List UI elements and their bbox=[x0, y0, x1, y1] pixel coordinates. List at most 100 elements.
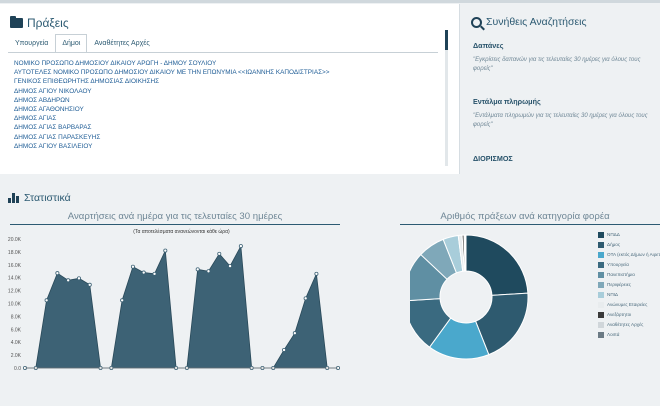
top-strip bbox=[0, 0, 660, 3]
area-series bbox=[25, 244, 338, 369]
data-point bbox=[152, 271, 157, 276]
y-tick-label: 8.0K bbox=[11, 314, 22, 320]
search-link-entalma[interactable]: Εντάλμα πληρωμής bbox=[473, 97, 541, 106]
legend-label: ΟΤΑ (εκτός Δήμων ή Αιρετή Περιφέρεια) bbox=[607, 252, 660, 257]
search-link-dapanes[interactable]: Δαπάνες bbox=[473, 41, 503, 50]
legend-swatch bbox=[598, 292, 604, 298]
y-tick-label: 20.0K bbox=[8, 237, 22, 243]
list-item[interactable]: ΔΗΜΟΣ ΑΓΙΟΥ ΒΑΣΙΛΕΙΟΥ bbox=[8, 142, 438, 151]
data-point bbox=[238, 244, 243, 249]
praxeis-title-text: Πράξεις bbox=[27, 16, 69, 30]
legend-item[interactable]: Αναθέτητες Αρχές bbox=[598, 322, 660, 332]
legend-swatch bbox=[598, 312, 604, 318]
list-item[interactable]: ΔΗΜΟΣ ΑΓΙΑΣ ΠΑΡΑΣΚΕΥΗΣ bbox=[8, 133, 438, 142]
legend-item[interactable]: ΝΠΙΔ bbox=[598, 292, 660, 302]
y-tick-label: 16.0K bbox=[8, 263, 22, 269]
data-point bbox=[130, 264, 135, 269]
list-item[interactable]: ΔΗΜΟΣ ΑΓΙΑΣ bbox=[8, 114, 438, 123]
entity-list: ΝΟΜΙΚΟ ΠΡΟΣΩΠΟ ΔΗΜΟΣΙΟΥ ΔΙΚΑΙΟΥ ΑΡΩΓΗ - … bbox=[8, 52, 438, 164]
legend-item[interactable]: Υπουργεία bbox=[598, 262, 660, 272]
praxeis-panel: Πράξεις Υπουργεία Δήμοι Αναθέτητες Αρχές… bbox=[0, 4, 460, 174]
legend-item[interactable]: Πανεπιστήμιο bbox=[598, 272, 660, 282]
data-point bbox=[217, 251, 222, 256]
folder-open-icon bbox=[10, 16, 23, 28]
y-tick-label: 18.0K bbox=[8, 250, 22, 256]
legend-item[interactable]: ΟΤΑ (εκτός Δήμων ή Αιρετή Περιφέρεια) bbox=[598, 252, 660, 262]
searches-panel: Συνήθεις Αναζητήσεις Δαπάνες "Εγκρίσεις … bbox=[461, 4, 660, 174]
legend-label: Αναθέτητες Αρχές bbox=[607, 322, 644, 327]
data-point bbox=[292, 331, 297, 336]
legend-item[interactable]: Δήμος bbox=[598, 242, 660, 252]
legend-swatch bbox=[598, 302, 604, 308]
y-tick-label: 10.0K bbox=[8, 302, 22, 308]
stats-title-text: Στατιστικά bbox=[24, 192, 71, 204]
data-point bbox=[206, 269, 211, 274]
pie-slice bbox=[464, 234, 467, 272]
legend-label: Υπουργεία bbox=[607, 262, 629, 267]
legend-swatch bbox=[598, 262, 604, 268]
legend-label: Ανώνυμες Εταιρείες bbox=[607, 302, 648, 307]
data-point bbox=[141, 270, 146, 275]
search-desc-entalma: "Εντάλματα πληρωμών για τις τελευταίες 3… bbox=[473, 113, 648, 128]
legend-label: Περιφέρειες bbox=[607, 282, 631, 287]
legend-item[interactable]: Ανεξάρτητοι bbox=[598, 312, 660, 322]
data-point bbox=[120, 298, 125, 303]
legend-label: Λοιπά bbox=[607, 332, 620, 337]
y-tick-label: 0.0 bbox=[14, 366, 21, 372]
data-point bbox=[44, 298, 49, 303]
bar-chart-icon bbox=[8, 193, 19, 203]
tab-anathetouses-arxes[interactable]: Αναθέτητες Αρχές bbox=[87, 34, 156, 53]
y-tick-label: 14.0K bbox=[8, 276, 22, 282]
legend-item[interactable]: Λοιπά bbox=[598, 332, 660, 342]
legend-label: Πανεπιστήμιο bbox=[607, 272, 635, 277]
data-point bbox=[87, 282, 92, 287]
legend-swatch bbox=[598, 232, 604, 238]
list-item[interactable]: ΔΗΜΟΣ ΑΒΔΗΡΩΝ bbox=[8, 96, 438, 105]
pie-slice bbox=[465, 234, 529, 296]
pie-chart bbox=[410, 234, 529, 360]
legend-swatch bbox=[598, 252, 604, 258]
data-point bbox=[303, 296, 308, 301]
list-item[interactable]: ΝΟΜΙΚΟ ΠΡΟΣΩΠΟ ΔΗΜΟΣΙΟΥ ΔΙΚΑΙΟΥ ΑΡΩΓΗ - … bbox=[8, 59, 438, 68]
search-desc-dapanes: "Εγκρίσεις δαπανών για τις τελευταίες 30… bbox=[473, 57, 641, 72]
area-chart-subtitle: (Τα αποτελέσματα ανανεώνονται κάθε ώρα) bbox=[133, 228, 230, 235]
praxeis-title: Πράξεις bbox=[10, 16, 69, 30]
pie-legend: ΝΠΔΔ Δήμος ΟΤΑ (εκτός Δήμων ή Αιρετή Περιφ… bbox=[598, 232, 660, 342]
list-item[interactable]: ΔΗΜΟΣ ΑΓΑΘΟΝΗΣΙΟΥ bbox=[8, 105, 438, 114]
list-scrollbar-thumb[interactable] bbox=[445, 30, 448, 50]
stats-title: Στατιστικά bbox=[8, 192, 71, 204]
legend-label: Δήμος bbox=[607, 242, 621, 247]
list-item[interactable]: ΔΗΜΟΣ ΑΓΙΟΥ ΝΙΚΟΛΑΟΥ bbox=[8, 87, 438, 96]
legend-label: ΝΠΙΔ bbox=[607, 292, 618, 297]
legend-swatch bbox=[598, 322, 604, 328]
legend-swatch bbox=[598, 332, 604, 338]
legend-swatch bbox=[598, 242, 604, 248]
search-icon bbox=[471, 16, 482, 28]
y-tick-label: 2.0K bbox=[11, 353, 22, 359]
legend-item[interactable]: Περιφέρειες bbox=[598, 282, 660, 292]
area-chart: (Τα αποτελέσματα ανανεώνονται κάθε ώρα) 0… bbox=[8, 228, 340, 372]
data-point bbox=[76, 276, 81, 281]
praxeis-tabs: Υπουργεία Δήμοι Αναθέτητες Αρχές bbox=[8, 34, 157, 53]
data-point bbox=[163, 248, 168, 253]
search-link-diorismos[interactable]: ΔΙΟΡΙΣΜΟΣ bbox=[473, 154, 513, 163]
legend-label: ΝΠΔΔ bbox=[607, 232, 620, 237]
pie-chart-title: Αριθμός πράξεων ανά κατηγορία φορέα bbox=[440, 211, 610, 222]
tab-ypourgeia[interactable]: Υπουργεία bbox=[8, 34, 55, 53]
data-point bbox=[66, 278, 71, 283]
data-point bbox=[282, 347, 287, 352]
list-item[interactable]: ΔΗΜΟΣ ΑΓΙΑΣ ΒΑΡΒΑΡΑΣ bbox=[8, 123, 438, 132]
list-item[interactable]: ΑΥΤΟΤΕΛΕΣ ΝΟΜΙΚΟ ΠΡΟΣΩΠΟ ΔΗΜΟΣΙΟΥ ΔΙΚΑΙΟ… bbox=[8, 68, 438, 77]
tab-dimoi[interactable]: Δήμοι bbox=[55, 34, 88, 53]
data-point bbox=[228, 264, 233, 269]
y-tick-label: 6.0K bbox=[11, 327, 22, 333]
legend-swatch bbox=[598, 272, 604, 278]
list-scrollbar[interactable] bbox=[445, 30, 448, 166]
list-item[interactable]: ΓΕΝΙΚΟΣ ΕΠΙΘΕΩΡΗΤΗΣ ΔΗΜΟΣΙΑΣ ΔΙΟΙΚΗΣΗΣ bbox=[8, 77, 438, 86]
y-tick-label: 4.0K bbox=[11, 340, 22, 346]
searches-title: Συνήθεις Αναζητήσεις bbox=[471, 16, 587, 28]
legend-item[interactable]: ΝΠΔΔ bbox=[598, 232, 660, 242]
area-chart-title: Αναρτήσεις ανά ημέρα για τις τελευταίες … bbox=[67, 211, 283, 222]
legend-item[interactable]: Ανώνυμες Εταιρείες bbox=[598, 302, 660, 312]
y-tick-label: 12.0K bbox=[8, 289, 22, 295]
